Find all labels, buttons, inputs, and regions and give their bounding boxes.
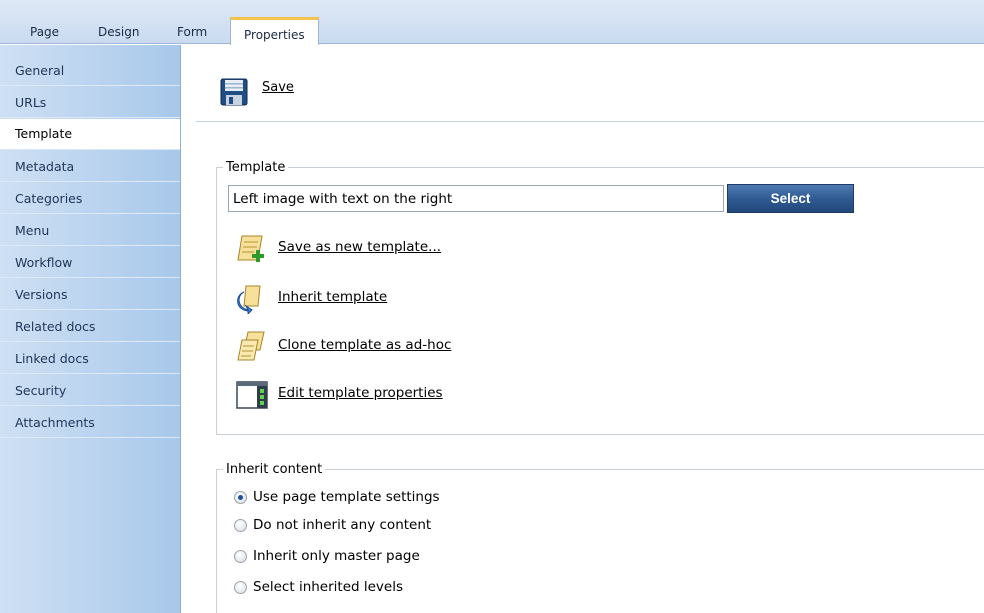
radio-button[interactable] <box>234 581 247 594</box>
edit-template-properties-link[interactable]: Edit template properties <box>278 385 443 401</box>
select-template-button[interactable]: Select <box>727 184 854 213</box>
template-name-field[interactable] <box>228 185 724 212</box>
edit-properties-icon <box>236 381 268 409</box>
sidebar-item-attachments[interactable]: Attachments <box>0 407 180 438</box>
inherit-template-icon <box>237 285 261 314</box>
sidebar-item-categories[interactable]: Categories <box>0 183 180 214</box>
floppy-disk-icon[interactable] <box>220 78 248 106</box>
header-actions: Save <box>196 46 984 122</box>
sidebar-item-security[interactable]: Security <box>0 375 180 406</box>
radio-button[interactable] <box>234 550 247 563</box>
sidebar-item-workflow[interactable]: Workflow <box>0 247 180 278</box>
template-legend: Template <box>226 160 286 175</box>
inherit-content-legend: Inherit content <box>226 462 323 477</box>
tab-form[interactable]: Form <box>177 21 207 44</box>
sidebar-item-related-docs[interactable]: Related docs <box>0 311 180 342</box>
sidebar: General URLs Template Metadata Categorie… <box>0 45 181 613</box>
sidebar-item-versions[interactable]: Versions <box>0 279 180 310</box>
radio-button-checked[interactable] <box>234 491 247 504</box>
sidebar-item-urls[interactable]: URLs <box>0 87 180 118</box>
sidebar-item-general[interactable]: General <box>0 55 180 86</box>
sidebar-item-template[interactable]: Template <box>0 119 180 150</box>
save-button[interactable]: Save <box>262 80 294 95</box>
sidebar-item-metadata[interactable]: Metadata <box>0 151 180 182</box>
inherit-template-link[interactable]: Inherit template <box>278 289 387 305</box>
radio-button[interactable] <box>234 519 247 532</box>
sidebar-item-menu[interactable]: Menu <box>0 215 180 246</box>
tab-page[interactable]: Page <box>30 21 59 44</box>
clone-template-link[interactable]: Clone template as ad-hoc <box>278 337 451 353</box>
sidebar-item-linked-docs[interactable]: Linked docs <box>0 343 180 374</box>
tab-design[interactable]: Design <box>98 21 139 44</box>
clone-template-icon <box>237 331 265 361</box>
tab-properties[interactable]: Properties <box>230 17 319 45</box>
save-template-icon <box>237 235 264 262</box>
tab-bar: Page Design Form Properties <box>0 0 984 45</box>
save-as-new-template-link[interactable]: Save as new template... <box>278 239 441 255</box>
